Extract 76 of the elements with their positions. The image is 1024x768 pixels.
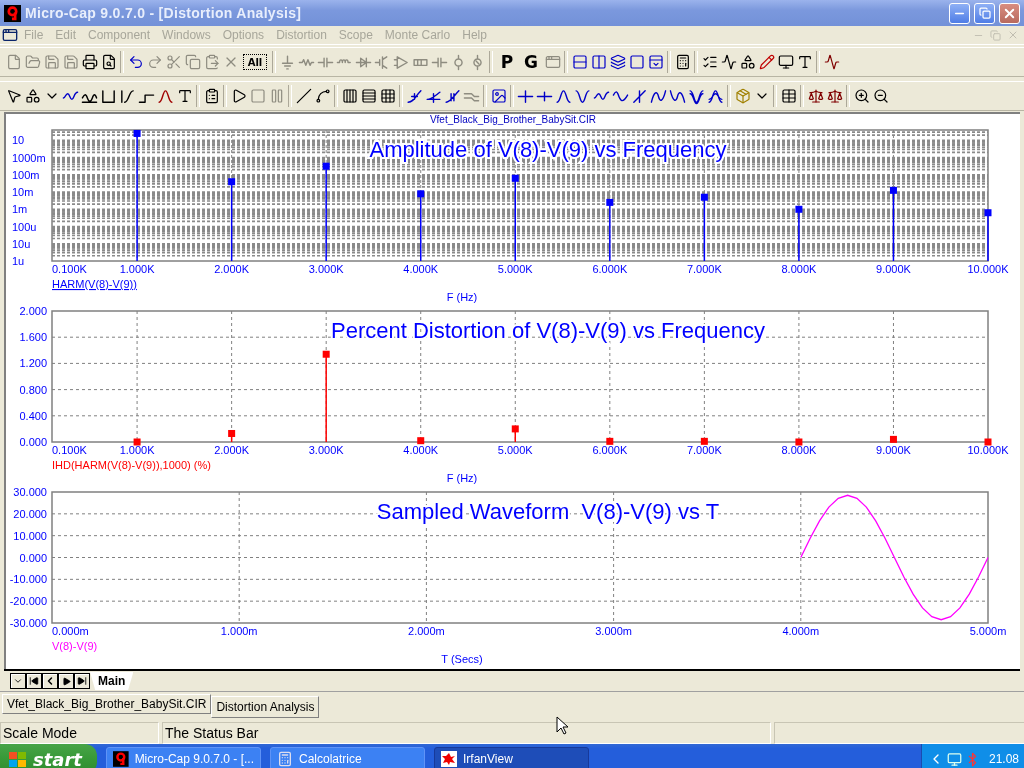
taskbar-button[interactable]: IrfanView	[434, 746, 589, 768]
axis-label: F (Hz)	[446, 472, 478, 484]
x-tick-label: 10.000K	[967, 444, 1009, 456]
y-tick-label: 10u	[12, 237, 31, 250]
x-tick-label: 8.000K	[781, 444, 817, 456]
select-all-button[interactable]: All	[243, 54, 267, 70]
taskbar-button[interactable]: Calcolatrice	[270, 746, 425, 768]
point	[228, 429, 236, 437]
x-tick-label: 1.000m	[220, 625, 258, 637]
x-tick-label: 8.000K	[781, 263, 817, 275]
series-label: IHD(HARM(V(8)-V(9)),1000) (%)	[52, 459, 211, 471]
series-label: HARM(V(8)-V(9))	[52, 278, 137, 290]
axis-label: F (Hz)	[446, 291, 478, 303]
y-tick-label: 0.000	[19, 436, 47, 448]
x-tick-label: 2.000m	[408, 625, 445, 637]
y-tick-label: 30.000	[13, 487, 47, 498]
x-tick-label: 2.000K	[214, 263, 250, 275]
y-tick-label: 10.000	[13, 529, 47, 542]
x-tick-label: 5.000m	[969, 625, 1007, 637]
x-tick-label: 6.000K	[592, 444, 628, 456]
clock: 21.08	[989, 752, 1020, 766]
y-tick-label: 100m	[12, 168, 40, 181]
x-tick-label: 4.000K	[403, 263, 439, 275]
x-tick-label: 7.000K	[686, 444, 722, 456]
point	[511, 425, 519, 433]
y-tick-label: 0.800	[19, 383, 47, 396]
x-tick-label: 5.000K	[497, 263, 533, 275]
x-tick-label: 3.000K	[308, 444, 344, 456]
axis-label: T (Secs)	[441, 653, 483, 665]
document-tab[interactable]: Distortion Analysis	[211, 696, 320, 718]
x-tick-label: 1.000K	[119, 263, 155, 275]
x-tick-label: 2.000K	[214, 444, 250, 456]
document-tab[interactable]: Vfet_Black_Big_Brother_BabySit.CIR	[2, 694, 212, 714]
series-label: V(8)-V(9)	[52, 640, 98, 652]
y-tick-label: 0.400	[19, 409, 47, 422]
y-tick-label: 1m	[12, 203, 28, 216]
y-tick-label: 20.000	[13, 507, 47, 520]
point	[322, 350, 330, 358]
chart-title: Percent Distortion of V(8)-V(9) vs Frequency	[331, 318, 765, 343]
status-panel: The Status Bar	[162, 722, 771, 744]
y-tick-label: 1000m	[12, 151, 46, 164]
y-tick-label: -30.000	[9, 617, 47, 629]
y-tick-label: 1.200	[19, 357, 47, 370]
window-title: Micro-Cap 9.0.7.0 - [Distortion Analysis]	[25, 5, 303, 21]
y-tick-label: 2.000	[19, 306, 47, 317]
y-tick-label: -10.000	[9, 573, 47, 586]
x-tick-label: 5.000K	[497, 444, 533, 456]
y-tick-label: 10	[12, 134, 25, 147]
y-tick-label: 0.000	[19, 551, 47, 564]
y-tick-label: -20.000	[9, 595, 47, 608]
toolbar-letter-button[interactable]: P	[495, 50, 519, 74]
toolbar-letter-button[interactable]: G	[519, 50, 543, 74]
x-tick-label: 3.000K	[308, 263, 344, 275]
sheet-tab[interactable]: Main	[90, 672, 134, 690]
status-panel: Scale Mode	[0, 722, 159, 744]
x-tick-label: 3.000m	[595, 625, 632, 637]
x-tick-label: 10.000K	[967, 263, 1009, 275]
x-tick-label: 1.000K	[119, 444, 155, 456]
start-button[interactable]: start	[0, 744, 97, 768]
y-tick-label: 100u	[12, 220, 37, 233]
y-tick-label: 10m	[12, 186, 34, 199]
x-tick-label: 7.000K	[686, 263, 722, 275]
taskbar-button[interactable]: Micro-Cap 9.0.7.0 - [...	[106, 746, 261, 768]
x-tick-label: 0.100K	[52, 263, 87, 275]
chart-title: Amplitude of V(8)-V(9) vs Frequency	[369, 137, 727, 162]
x-tick-label: 0.000m	[52, 625, 89, 637]
circuit-file-name: Vfet_Black_Big_Brother_BabySit.CIR	[428, 114, 598, 125]
x-tick-label: 9.000K	[876, 263, 911, 275]
chart-title: Sampled Waveform V(8)-V(9) vs T	[376, 499, 720, 524]
y-tick-label: 1.600	[19, 331, 47, 344]
y-tick-label: 1u	[12, 255, 25, 267]
x-tick-label: 6.000K	[592, 263, 628, 275]
x-tick-label: 9.000K	[876, 444, 911, 456]
x-tick-label: 0.100K	[52, 444, 87, 456]
x-tick-label: 4.000K	[403, 444, 439, 456]
x-tick-label: 4.000m	[782, 625, 820, 637]
